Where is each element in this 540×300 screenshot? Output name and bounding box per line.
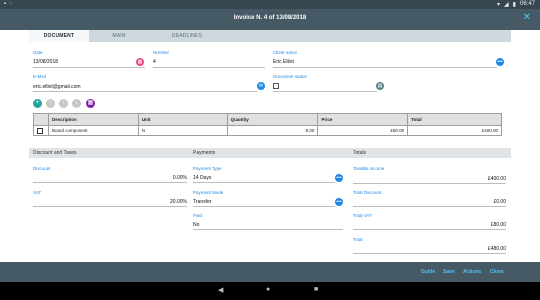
- discount-section-header: Discount and Taxes: [29, 148, 189, 158]
- email-field[interactable]: eric.elliot@gmail.com: [33, 84, 81, 90]
- calendar-icon[interactable]: ▦: [136, 58, 144, 66]
- col-total: Total: [407, 113, 502, 126]
- payments-section-title: Payments: [193, 150, 216, 156]
- cell-total[interactable]: £400.00: [407, 125, 502, 136]
- close-icon[interactable]: ✕: [523, 13, 531, 23]
- docstatus-label: Document status: [273, 74, 307, 79]
- back-icon[interactable]: ◀: [218, 286, 223, 294]
- client-label: Client name: [273, 50, 298, 55]
- col-description: Description: [47, 113, 139, 126]
- client-more-icon[interactable]: •••: [496, 58, 504, 66]
- clock: 06:47: [519, 1, 535, 7]
- total-vat-underline: [353, 229, 506, 230]
- recents-icon[interactable]: ■: [314, 286, 318, 293]
- cell-price[interactable]: £50.00: [317, 125, 409, 136]
- paid-label: Paid: [193, 213, 203, 218]
- docstatus-underline: [273, 91, 377, 92]
- actions-button[interactable]: Actions: [463, 269, 481, 275]
- save-button[interactable]: Save: [443, 269, 455, 275]
- date-label: Date: [33, 50, 43, 55]
- move-up-icon[interactable]: ↑: [59, 99, 68, 108]
- payment-type-field[interactable]: 14 Days: [193, 175, 211, 181]
- page-title: Invoice N. 4 of 13/08/2018: [233, 15, 307, 21]
- payment-mode-more-icon[interactable]: •••: [335, 198, 343, 206]
- total-label: Total: [353, 237, 363, 242]
- discount-section-title: Discount and Taxes: [33, 150, 77, 156]
- payment-type-label: Payment Type: [193, 166, 222, 171]
- total-underline: [353, 253, 506, 254]
- select-header: [33, 113, 49, 126]
- status-options-icon[interactable]: ▤: [376, 82, 384, 90]
- notification-icon: ◌: [9, 1, 13, 7]
- col-price: Price: [317, 113, 409, 126]
- totals-section-header: Totals: [349, 148, 511, 158]
- col-unit: Unit: [137, 113, 228, 126]
- tab-deadlines[interactable]: DEADLINES: [157, 30, 217, 42]
- total-vat-label: Total VAT: [353, 213, 372, 218]
- number-underline: [153, 67, 265, 68]
- total-discount-underline: [353, 206, 506, 207]
- discount-label: Discount: [33, 166, 51, 171]
- payments-section-header: Payments: [189, 148, 349, 158]
- cell-quantity[interactable]: 8.00: [226, 125, 319, 136]
- signal-icon: ◢: [504, 2, 509, 8]
- date-underline: [33, 67, 145, 68]
- table-row[interactable]: Board component N 8.00 £50.00 £400.00: [33, 125, 502, 136]
- payment-mode-label: Payment Mode: [193, 190, 224, 195]
- total-discount-label: Total Discount: [353, 190, 382, 195]
- taxable-label: Taxable income: [353, 166, 385, 171]
- vat-underline: [33, 206, 187, 207]
- client-field[interactable]: Eric Elliot: [273, 59, 294, 65]
- add-row-icon[interactable]: +: [33, 99, 42, 108]
- remove-row-icon[interactable]: −: [46, 99, 55, 108]
- col-quantity: Quantity: [226, 113, 319, 126]
- cell-description[interactable]: Board component: [47, 125, 139, 136]
- tab-document[interactable]: DOCUMENT: [29, 30, 89, 42]
- email-underline: [33, 91, 257, 92]
- grid-view-icon[interactable]: ▦: [86, 99, 95, 108]
- number-field[interactable]: 4: [153, 59, 156, 65]
- system-nav-bar: ◀ ● ■: [0, 282, 540, 300]
- tab-main[interactable]: MAIN: [89, 30, 149, 42]
- totals-section-title: Totals: [353, 150, 367, 156]
- close-button[interactable]: Close: [490, 269, 504, 275]
- taxable-underline: [353, 183, 506, 184]
- number-label: Number: [153, 50, 170, 55]
- tab-bar: DOCUMENT MAIN DEADLINES: [29, 30, 511, 42]
- move-down-icon[interactable]: ↓: [72, 99, 81, 108]
- status-bar: ▪ ◌ ▾ ◢ ▮ 06:47: [0, 0, 540, 9]
- bottom-action-bar: Guide Save Actions Close: [0, 262, 540, 282]
- payment-type-more-icon[interactable]: •••: [335, 174, 343, 182]
- table-header-row: Description Unit Quantity Price Total: [33, 113, 502, 126]
- payment-mode-underline: [193, 206, 335, 207]
- app-bar: Invoice N. 4 of 13/08/2018 ✕: [0, 9, 540, 30]
- guide-button[interactable]: Guide: [421, 269, 435, 275]
- discount-underline: [33, 182, 187, 183]
- total-vat-value: £80.00: [490, 222, 506, 228]
- date-field[interactable]: 13/08/2018: [33, 59, 58, 65]
- client-underline: [273, 67, 497, 68]
- total-discount-value: £0.00: [493, 199, 506, 205]
- cell-unit[interactable]: N: [137, 125, 228, 136]
- vat-field[interactable]: 20.00%: [33, 199, 187, 205]
- email-send-icon[interactable]: ✉: [257, 82, 265, 90]
- wifi-icon: ▾: [497, 2, 501, 8]
- payment-type-underline: [193, 182, 335, 183]
- email-label: E-Mail: [33, 74, 46, 79]
- items-table: Description Unit Quantity Price Total Bo…: [33, 113, 502, 136]
- row-select-cell[interactable]: [33, 125, 49, 136]
- vat-label: VAT: [33, 190, 42, 195]
- paid-field[interactable]: No: [193, 222, 199, 228]
- paid-underline: [193, 229, 343, 230]
- total-value: £480.00: [487, 246, 506, 252]
- taxable-value: £400.00: [487, 176, 506, 182]
- payment-mode-field[interactable]: Transfer: [193, 199, 211, 205]
- document-status-checkbox[interactable]: [273, 83, 279, 89]
- home-icon[interactable]: ●: [266, 286, 270, 293]
- app-icon: ▪: [4, 1, 7, 7]
- discount-field[interactable]: 0.00%: [33, 175, 187, 181]
- battery-icon: ▮: [512, 2, 516, 8]
